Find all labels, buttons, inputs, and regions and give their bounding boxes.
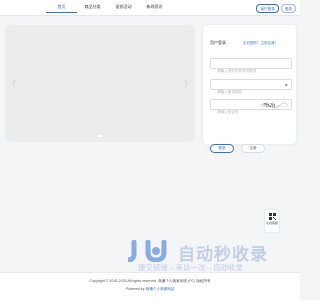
footer-copyright: Copyright © 2018-2025 All rights reserve… — [89, 279, 211, 283]
footer-powered-link[interactable]: 商通个人商家网站 — [146, 287, 175, 291]
watermark-logo-icon — [128, 240, 167, 262]
main-nav: 首页 商品分类 促销活动 新闻资讯 — [42, 3, 170, 13]
nav-item-news[interactable]: 新闻资讯 — [139, 3, 170, 13]
login-title: 用户登录 — [210, 40, 226, 45]
eye-icon[interactable]: ◉ — [285, 82, 289, 87]
login-button[interactable]: 登录 — [210, 144, 234, 153]
forgot-register-link[interactable]: 忘记密码？ 立即注册！ — [243, 40, 278, 45]
username-field — [210, 58, 292, 76]
captcha-text: 7b2h — [263, 103, 275, 109]
password-field: ◉ — [210, 79, 292, 97]
footer-powered: Powered by 商通个人商家网站 — [0, 287, 300, 292]
login-panel: 用户登录 忘记密码？ 立即注册！ ◉ 7b2h 登录 注册 — [203, 25, 296, 153]
password-input[interactable] — [211, 87, 281, 97]
chevron-left-icon[interactable]: ❮ — [11, 79, 17, 87]
banner-carousel[interactable]: ❮ ❯ — [5, 25, 195, 142]
top-navigation-bar: 首页 商品分类 促销活动 新闻资讯 商户登录 登录 — [0, 0, 300, 16]
nav-item-home[interactable]: 首页 — [46, 3, 77, 13]
carousel-indicator[interactable] — [98, 135, 103, 137]
username-input[interactable] — [211, 66, 281, 76]
footer-powered-prefix: Powered by — [125, 287, 145, 291]
header-login-button[interactable]: 登录 — [280, 4, 296, 13]
customer-service-label: 在线客服 — [265, 221, 278, 225]
captcha-image[interactable]: 7b2h — [259, 101, 289, 109]
chevron-right-icon[interactable]: ❯ — [183, 79, 189, 87]
qr-code-icon — [268, 213, 276, 220]
register-button[interactable]: 注册 — [241, 144, 265, 153]
customer-service-widget[interactable]: 在线客服 — [265, 210, 279, 232]
header-actions: 商户登录 登录 — [256, 4, 296, 13]
nav-item-categories[interactable]: 商品分类 — [77, 3, 108, 13]
watermark: 自动秒收录 提交链接→来访一次→自动收录 — [128, 232, 288, 277]
nav-item-promotions[interactable]: 促销活动 — [108, 3, 139, 13]
merchant-login-button[interactable]: 商户登录 — [256, 4, 279, 13]
captcha-field: 7b2h — [210, 99, 292, 117]
footer: Copyright © 2018-2025 All rights reserve… — [0, 272, 300, 300]
